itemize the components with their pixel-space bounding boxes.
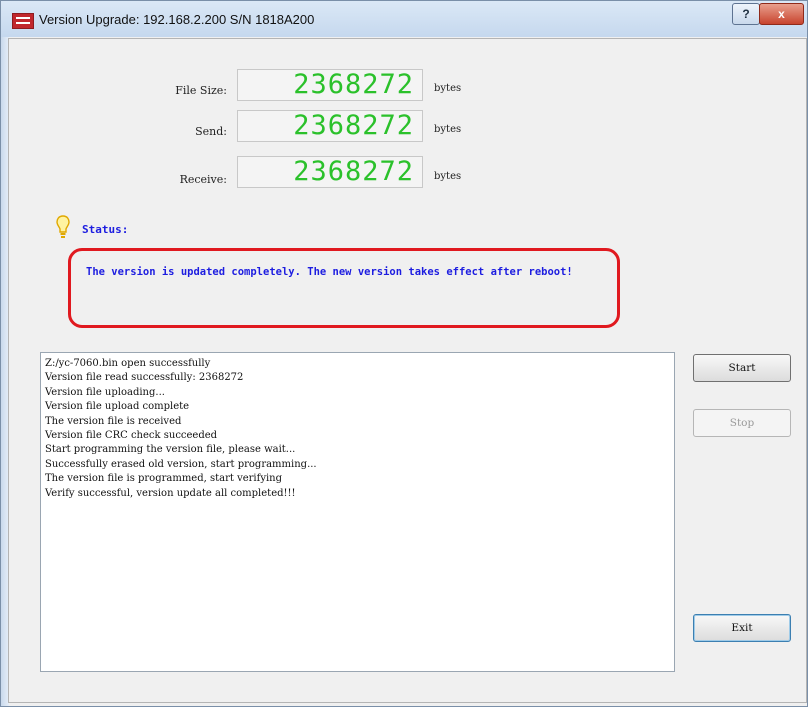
log-line: Verify successful, version update all co… xyxy=(45,487,296,499)
log-line: Version file read successfully: 2368272 xyxy=(45,372,244,384)
status-label: Status: xyxy=(82,223,129,236)
file-size-label: File Size: xyxy=(175,84,227,97)
lightbulb-icon xyxy=(56,215,70,238)
status-message: The version is updated completely. The n… xyxy=(86,266,573,278)
start-button[interactable]: Start xyxy=(693,354,791,382)
receive-unit: bytes xyxy=(434,171,462,182)
dialog-client-area: File Size: 2368272 bytes Send: 2368272 b… xyxy=(8,38,807,703)
app-icon xyxy=(12,13,34,29)
window-title: Version Upgrade: 192.168.2.200 S/N 1818A… xyxy=(39,12,315,27)
log-line: Version file uploading... xyxy=(45,386,165,398)
send-value: 2368272 xyxy=(237,110,423,142)
log-line: Start programming the version file, plea… xyxy=(45,444,296,456)
log-line: The version file is received xyxy=(45,415,182,427)
log-line: Version file CRC check succeeded xyxy=(45,430,218,442)
file-size-unit: bytes xyxy=(434,83,462,94)
file-size-value: 2368272 xyxy=(237,69,423,101)
stop-button[interactable]: Stop xyxy=(693,409,791,437)
status-highlight-box: The version is updated completely. The n… xyxy=(68,248,620,328)
send-unit: bytes xyxy=(434,124,462,135)
receive-value: 2368272 xyxy=(237,156,423,188)
log-line: Version file upload complete xyxy=(45,401,190,413)
close-button[interactable]: x xyxy=(759,3,804,25)
help-button[interactable]: ? xyxy=(732,3,760,25)
log-line: Z:/yc-7060.bin open successfully xyxy=(45,358,211,369)
send-label: Send: xyxy=(195,125,227,138)
log-line: The version file is programmed, start ve… xyxy=(45,473,283,485)
title-bar[interactable]: Version Upgrade: 192.168.2.200 S/N 1818A… xyxy=(1,1,807,37)
exit-button[interactable]: Exit xyxy=(693,614,791,642)
receive-label: Receive: xyxy=(179,173,227,186)
log-textarea[interactable]: Z:/yc-7060.bin open successfully Version… xyxy=(40,352,675,672)
log-line: Successfully erased old version, start p… xyxy=(45,458,317,470)
